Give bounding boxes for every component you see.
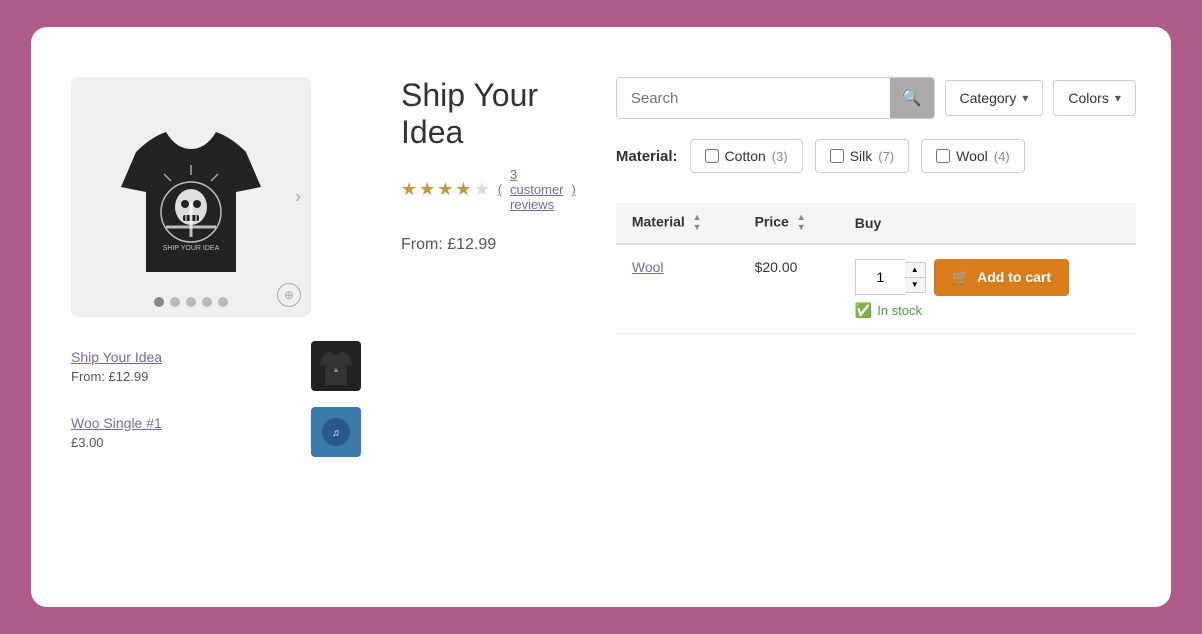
category-chevron-icon: ▾ <box>1022 91 1028 105</box>
add-to-cart-button[interactable]: 🛒 Add to cart <box>934 259 1069 296</box>
svg-text:☠: ☠ <box>334 368 339 374</box>
dot-1[interactable] <box>154 297 164 307</box>
wool-label: Wool <box>956 148 988 164</box>
svg-text:SHIP YOUR IDEA: SHIP YOUR IDEA <box>163 245 220 252</box>
middle-column: Ship Your Idea ★ ★ ★ ★ ★ (3 customer rev… <box>401 77 576 557</box>
wool-count: (4) <box>994 149 1010 164</box>
product-price-2: £3.00 <box>71 435 162 450</box>
colors-label: Colors <box>1068 90 1108 106</box>
product-list: Ship Your Idea From: £12.99 ☠ Woo Single… <box>71 341 361 457</box>
dot-2[interactable] <box>170 297 180 307</box>
search-box: 🔍 <box>616 77 935 119</box>
product-link-2[interactable]: Woo Single #1 <box>71 415 162 431</box>
colors-chevron-icon: ▾ <box>1115 91 1121 105</box>
star-4: ★ <box>455 179 471 200</box>
product-image-container: SHIP YOUR IDEA › ⊕ <box>71 77 311 317</box>
cotton-checkbox[interactable] <box>705 149 719 163</box>
add-to-cart-label: Add to cart <box>977 269 1051 285</box>
table-body: Wool $20.00 ▲ ▼ <box>616 244 1136 334</box>
product-table: Material ▲▼ Price ▲▼ Buy Wool <box>616 203 1136 334</box>
quantity-input[interactable] <box>855 259 905 295</box>
stars-row: ★ ★ ★ ★ ★ (3 customer reviews) <box>401 167 576 212</box>
thumb-shirt-icon: ☠ <box>311 341 361 391</box>
star-5: ★ <box>474 179 490 200</box>
col-price: Price ▲▼ <box>739 203 839 244</box>
list-item-info: Woo Single #1 £3.00 <box>71 415 162 450</box>
quantity-arrows: ▲ ▼ <box>905 262 926 293</box>
cart-icon: 🛒 <box>952 269 969 286</box>
product-price-1: From: £12.99 <box>71 369 162 384</box>
dot-3[interactable] <box>186 297 196 307</box>
star-2: ★ <box>419 179 435 200</box>
right-column: 🔍 Category ▾ Colors ▾ Material: Cotton (… <box>616 77 1136 557</box>
product-title: Ship Your Idea <box>401 77 576 151</box>
wool-checkbox[interactable] <box>936 149 950 163</box>
material-option-silk[interactable]: Silk (7) <box>815 139 909 173</box>
material-filter-row: Material: Cotton (3) Silk (7) Wool (4) <box>616 139 1136 173</box>
table-row: Wool $20.00 ▲ ▼ <box>616 244 1136 334</box>
thumb-blue-icon: ♫ <box>311 407 361 457</box>
col-material: Material ▲▼ <box>616 203 739 244</box>
search-icon: 🔍 <box>902 88 922 108</box>
cotton-label: Cotton <box>725 148 766 164</box>
list-item: Ship Your Idea From: £12.99 ☠ <box>71 341 361 391</box>
reviews-close: ) <box>572 182 576 197</box>
buy-actions: ▲ ▼ 🛒 Add to cart <box>855 259 1120 296</box>
product-thumb-2: ♫ <box>311 407 361 457</box>
in-stock-label: In stock <box>877 303 922 318</box>
search-filters-row: 🔍 Category ▾ Colors ▾ <box>616 77 1136 119</box>
material-option-cotton[interactable]: Cotton (3) <box>690 139 803 173</box>
material-filter-label: Material: <box>616 148 678 165</box>
zoom-icon[interactable]: ⊕ <box>277 283 301 307</box>
list-item: Woo Single #1 £3.00 ♫ <box>71 407 361 457</box>
reviews-link[interactable]: ( <box>498 182 502 197</box>
in-stock-icon: ✅ <box>855 302 872 319</box>
price-sort-icon[interactable]: ▲▼ <box>797 213 806 233</box>
svg-text:♫: ♫ <box>332 428 340 439</box>
star-1: ★ <box>401 179 417 200</box>
silk-label: Silk <box>850 148 873 164</box>
next-image-arrow[interactable]: › <box>295 187 301 208</box>
silk-checkbox[interactable] <box>830 149 844 163</box>
material-sort-icon[interactable]: ▲▼ <box>693 213 702 233</box>
category-filter-button[interactable]: Category ▾ <box>945 80 1044 116</box>
colors-filter-button[interactable]: Colors ▾ <box>1053 80 1136 116</box>
left-column: SHIP YOUR IDEA › ⊕ Ship Your Idea From: … <box>71 77 361 557</box>
row-price: $20.00 <box>739 244 839 334</box>
search-input[interactable] <box>617 80 890 117</box>
table-header: Material ▲▼ Price ▲▼ Buy <box>616 203 1136 244</box>
qty-up-button[interactable]: ▲ <box>905 263 925 278</box>
silk-count: (7) <box>878 149 894 164</box>
quantity-control: ▲ ▼ <box>855 259 926 295</box>
product-card: SHIP YOUR IDEA › ⊕ Ship Your Idea From: … <box>31 27 1171 607</box>
material-option-wool[interactable]: Wool (4) <box>921 139 1025 173</box>
product-link-1[interactable]: Ship Your Idea <box>71 349 162 365</box>
star-3: ★ <box>437 179 453 200</box>
row-material: Wool <box>616 244 739 334</box>
list-item-info: Ship Your Idea From: £12.99 <box>71 349 162 384</box>
row-buy: ▲ ▼ 🛒 Add to cart ✅ <box>839 244 1136 334</box>
material-link[interactable]: Wool <box>632 259 664 275</box>
cotton-count: (3) <box>772 149 788 164</box>
dot-4[interactable] <box>202 297 212 307</box>
buy-cell: ▲ ▼ 🛒 Add to cart ✅ <box>855 259 1120 319</box>
in-stock-status: ✅ In stock <box>855 302 1120 319</box>
reviews-count[interactable]: 3 customer reviews <box>510 167 563 212</box>
from-price: From: £12.99 <box>401 236 576 254</box>
product-image: SHIP YOUR IDEA <box>116 107 266 287</box>
category-label: Category <box>960 90 1017 106</box>
search-button[interactable]: 🔍 <box>890 78 934 118</box>
product-thumb-1: ☠ <box>311 341 361 391</box>
dot-5[interactable] <box>218 297 228 307</box>
qty-down-button[interactable]: ▼ <box>905 278 925 292</box>
col-buy: Buy <box>839 203 1136 244</box>
star-rating: ★ ★ ★ ★ ★ <box>401 179 490 200</box>
image-dot-nav <box>154 297 228 307</box>
